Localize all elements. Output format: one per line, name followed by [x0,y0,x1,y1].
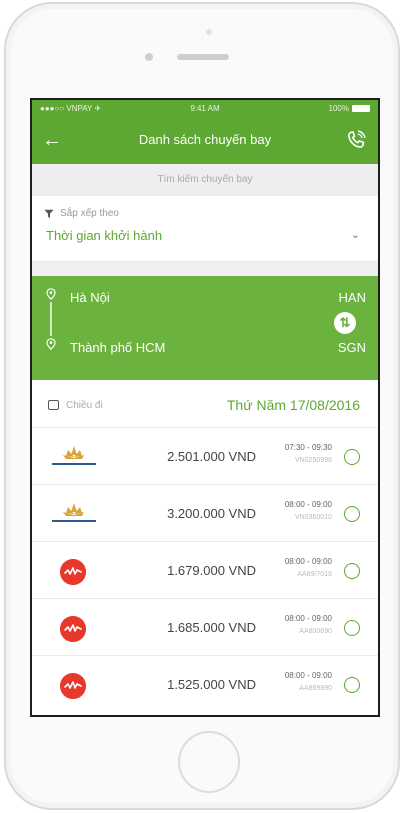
phone-call-icon[interactable] [344,128,368,152]
flight-row[interactable]: 1.679.000 VND 08:00 - 09:00 AA89/7016 [32,542,378,599]
flight-time: 07:30 - 09:30 [284,443,332,452]
flight-row[interactable]: 1.685.000 VND 08:00 - 09:00 AA800690 [32,599,378,656]
trip-date-row: Chiều đi Thứ Năm 17/08/2016 [32,380,378,428]
vietnam-airlines-logo [52,446,96,465]
vietnam-airlines-logo [52,503,96,522]
section-divider [32,262,378,276]
front-camera [145,53,153,61]
flight-price: 1.679.000 VND [167,563,256,578]
calendar-icon [48,400,59,410]
battery-indicator: 100% [329,104,370,113]
route-connector [50,302,52,336]
flight-price: 1.685.000 VND [167,620,256,635]
flight-price: 3.200.000 VND [167,506,256,521]
flight-row[interactable]: 3.200.000 VND 08:00 - 09:00 VN0360010 [32,485,378,542]
airasia-logo [60,559,86,585]
flight-time: 08:00 - 09:00 [284,614,332,623]
select-flight-radio[interactable] [344,563,360,579]
sort-selector[interactable]: Sắp xếp theo Thời gian khởi hành ⌄ [32,196,378,262]
app-screen: ●●●○○ VNPAY ✈ 9:41 AM 100% ← Danh sách c… [30,98,380,717]
battery-icon [352,105,370,112]
page-title: Danh sách chuyến bay [138,132,272,147]
flight-code: AA800690 [299,628,332,635]
home-button[interactable] [178,731,240,793]
flight-code: VN0250996 [295,457,332,464]
sort-label: Sắp xếp theo [60,208,119,219]
flight-code: AA869890 [299,685,332,692]
chevron-down-icon: ⌄ [350,229,360,241]
earpiece-speaker [177,54,229,60]
airasia-logo [60,616,86,642]
flight-code: AA89/7016 [297,571,332,578]
flight-row[interactable]: 1.525.000 VND 08:00 - 09:00 AA869890 [32,656,378,713]
camera-dot [206,29,212,35]
flight-price: 1.525.000 VND [167,677,256,692]
filter-icon [44,209,54,218]
flight-price: 2.501.000 VND [167,449,256,464]
battery-percent: 100% [328,104,349,113]
status-time: 9:41 AM [190,104,220,113]
select-flight-radio[interactable] [344,449,360,465]
location-pin-icon [46,288,56,300]
select-flight-radio[interactable] [344,506,360,522]
swap-route-icon[interactable]: ⇅ [334,312,356,334]
departure-date[interactable]: Thứ Năm 17/08/2016 [227,397,360,413]
status-bar: ●●●○○ VNPAY ✈ 9:41 AM 100% [32,100,378,118]
direction-label: Chiều đi [66,400,103,411]
flight-time: 08:00 - 09:00 [284,557,332,566]
select-flight-radio[interactable] [344,677,360,693]
flight-code: VN0360010 [295,514,332,521]
sort-value: Thời gian khởi hành [46,228,163,243]
nav-row: ← Danh sách chuyến bay [32,118,378,164]
origin-code: HAN [338,290,366,305]
app-header: ●●●○○ VNPAY ✈ 9:41 AM 100% ← Danh sách c… [32,100,378,164]
flight-time: 08:00 - 09:00 [284,671,332,680]
location-pin-icon [46,338,56,350]
route-card: Hà Nội HAN ⇅ Thành phố HCM SGN [32,276,378,380]
search-flights-bar[interactable]: Tìm kiếm chuyến bay [32,164,378,196]
destination-code: SGN [337,340,366,355]
flight-list: 2.501.000 VND 07:30 - 09:30 VN0250996 3.200… [32,428,378,713]
flight-time: 08:00 - 09:00 [284,500,332,509]
destination-city[interactable]: Thành phố HCM [70,340,165,355]
origin-city[interactable]: Hà Nội [70,290,110,305]
flight-row[interactable]: 2.501.000 VND 07:30 - 09:30 VN0250996 [32,428,378,485]
select-flight-radio[interactable] [344,620,360,636]
airasia-logo [60,673,86,699]
